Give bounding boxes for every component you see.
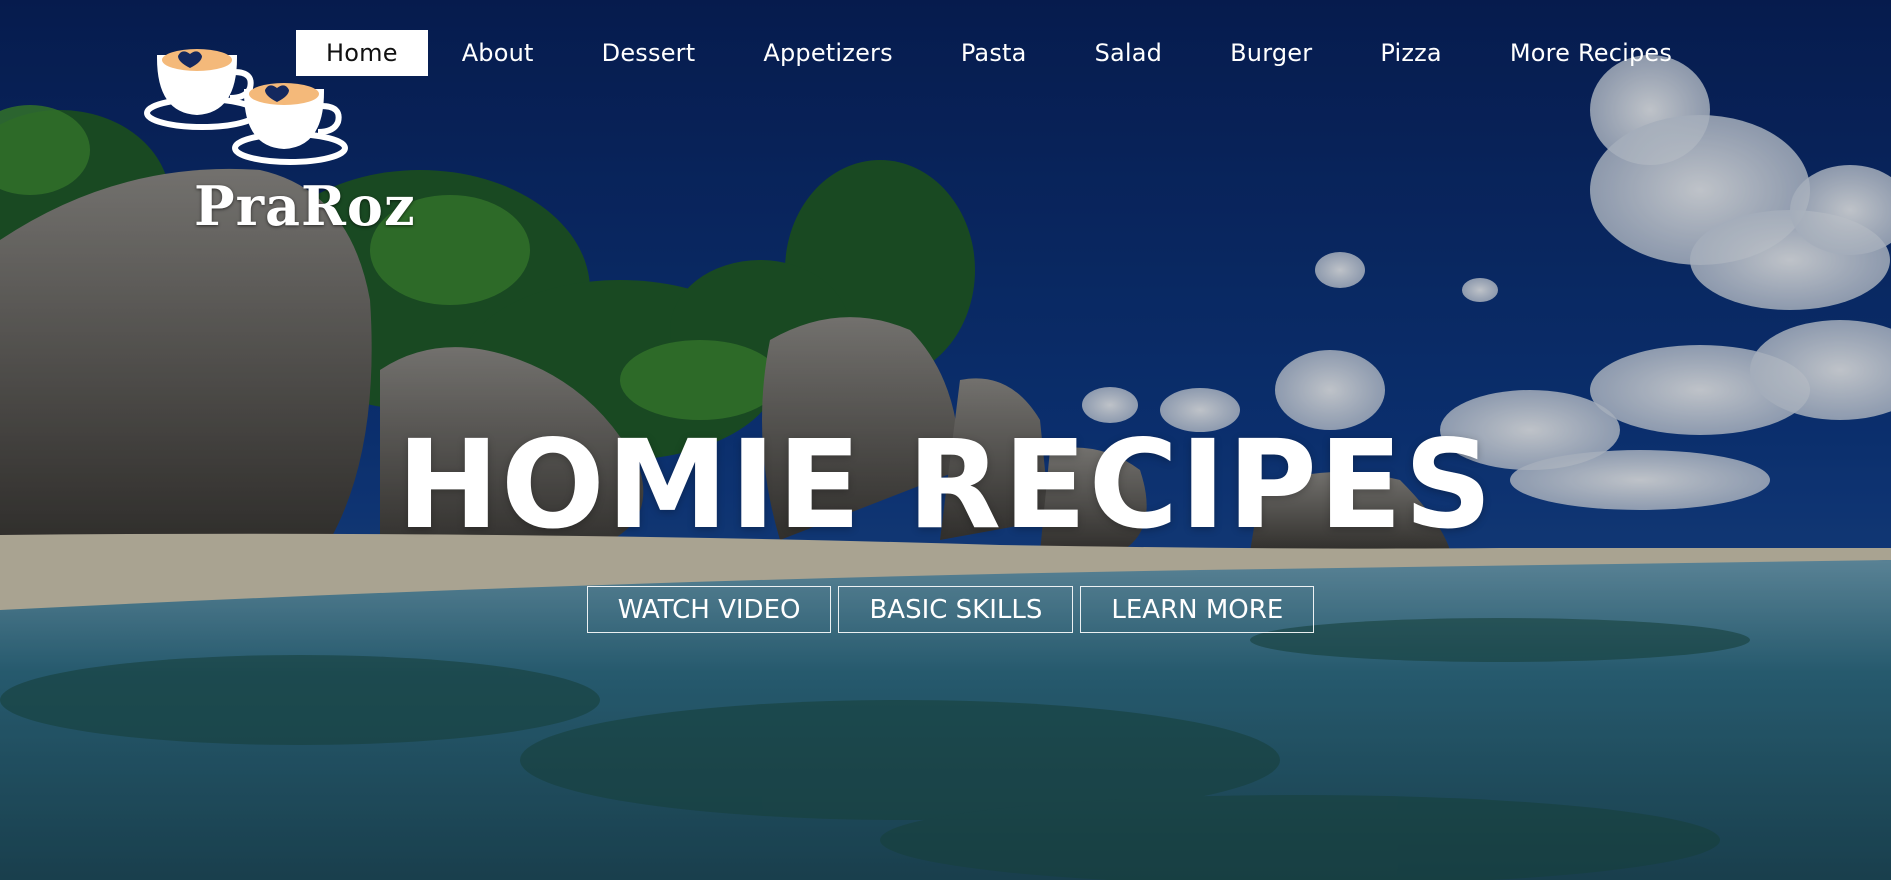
nav-item-dessert[interactable]: Dessert [568, 30, 730, 76]
nav-item-about[interactable]: About [428, 30, 568, 76]
nav-item-more-recipes[interactable]: More Recipes [1476, 30, 1706, 76]
nav-item-home[interactable]: Home [296, 30, 428, 76]
main-navigation: Home About Dessert Appetizers Pasta Sala… [296, 30, 1706, 76]
nav-item-pasta[interactable]: Pasta [927, 30, 1061, 76]
nav-item-burger[interactable]: Burger [1196, 30, 1346, 76]
nav-item-appetizers[interactable]: Appetizers [729, 30, 926, 76]
nav-item-salad[interactable]: Salad [1061, 30, 1197, 76]
basic-skills-button[interactable]: BASIC SKILLS [838, 586, 1074, 633]
watch-video-button[interactable]: WATCH VIDEO [586, 586, 832, 633]
hero-button-group: WATCH VIDEO BASIC SKILLS LEARN MORE [0, 586, 1891, 633]
nav-item-pizza[interactable]: Pizza [1346, 30, 1476, 76]
hero-section: PraRoz Home About Dessert Appetizers Pas… [0, 0, 1891, 880]
hero-title: HOMIE RECIPES [396, 414, 1495, 556]
learn-more-button[interactable]: LEARN MORE [1080, 586, 1315, 633]
brand-name: PraRoz [194, 174, 416, 238]
